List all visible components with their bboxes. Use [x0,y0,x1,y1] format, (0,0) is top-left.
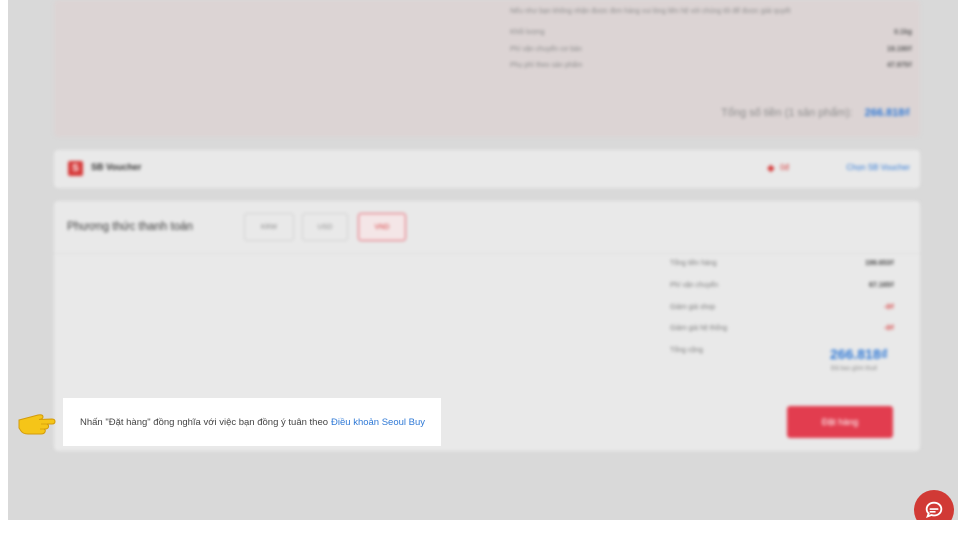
shipping-total: Tổng số tiền (1 sản phẩm): 266.818₫ [721,107,910,119]
voucher-amount: 0đ [780,163,789,172]
choose-voucher-link[interactable]: Chọn SB Voucher [846,163,910,172]
divider [54,253,920,254]
terms-text: Nhấn "Đặt hàng" đồng nghĩa với việc bạn … [80,416,329,428]
shipping-total-label: Tổng số tiền (1 sản phẩm): [721,107,853,119]
summary-row-shop-discount: Giảm giá shop -0₫ [670,304,894,311]
summary-row-subtotal: Tổng tiền hàng 199.653₫ [670,260,894,267]
shipping-note: Nếu như bạn không nhận được đơn hàng vui… [510,8,791,15]
voucher-icon: S [68,161,83,176]
shipping-row-surcharge: Phụ phí theo sản phẩm 47.975₫ [510,62,912,69]
grand-total: 266.818₫ [830,346,888,362]
pointing-hand-icon [18,414,56,435]
shipping-total-value: 266.818₫ [864,107,910,119]
voucher-card: S SB Voucher ◆ 0đ Chọn SB Voucher [54,150,920,188]
chat-bubble-icon [925,501,943,518]
voucher-label: SB Voucher [91,162,142,172]
place-order-button[interactable]: Đặt hàng [787,406,893,438]
summary-row-system-discount: Giảm giá hệ thống -0₫ [670,325,894,332]
currency-krw-button[interactable]: KRW [244,213,294,241]
summary-row-shipping: Phí vận chuyển 67.165₫ [670,282,894,289]
shipping-card: Nếu như bạn không nhận được đơn hàng vui… [54,0,920,137]
tax-note: Đã bao gồm thuế [831,366,878,372]
shipping-row-base-fee: Phí vận chuyển cơ bản 19.190₫ [510,46,912,53]
shipping-row-weight: Khối lượng 0.1kg [510,29,912,36]
terms-notice: Nhấn "Đặt hàng" đồng nghĩa với việc bạn … [63,398,441,446]
currency-usd-button[interactable]: USD [302,213,348,241]
terms-link[interactable]: Điều khoản Seoul Buy [331,417,425,428]
currency-vnd-button[interactable]: VND [358,213,406,241]
price-tag-icon: ◆ [767,163,775,174]
payment-method-title: Phương thức thanh toán [67,221,193,233]
